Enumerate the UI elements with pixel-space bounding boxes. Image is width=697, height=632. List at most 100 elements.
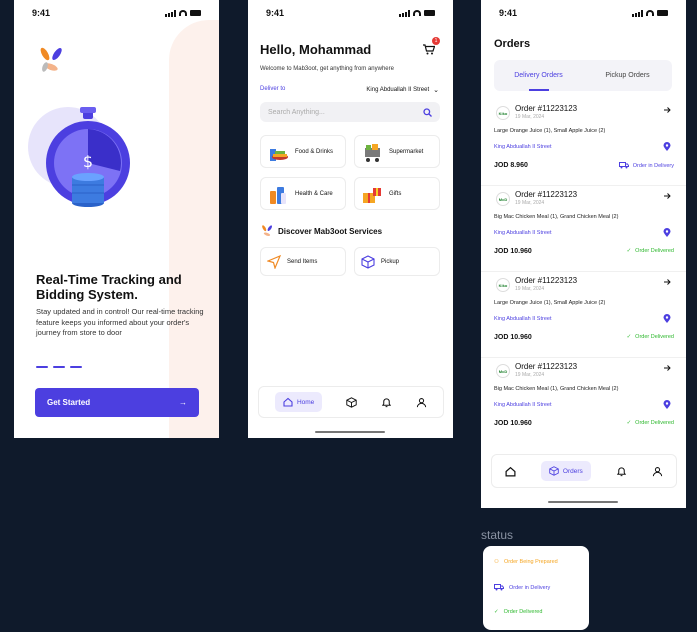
category-food-drinks[interactable]: Food & Drinks	[260, 135, 346, 168]
box-icon	[549, 466, 559, 476]
truck-icon	[494, 584, 504, 591]
order-items: Big Mac Chicken Meal (1), Grand Chicken …	[494, 386, 619, 392]
location-pin-icon	[663, 142, 671, 151]
check-icon: ✓	[626, 334, 632, 340]
order-price: JOD 10.960	[494, 420, 532, 427]
order-date: 19 Mar, 2024	[515, 114, 545, 120]
wifi-icon	[179, 10, 187, 16]
svg-text:$: $	[83, 152, 93, 171]
order-status-label: Order Delivered	[635, 420, 674, 426]
order-address: King Abduallah II Street	[494, 402, 552, 408]
search-placeholder: Search Anything...	[268, 108, 325, 116]
bell-icon[interactable]	[616, 466, 627, 477]
bottom-nav: Home	[258, 386, 444, 418]
status-preparing: ⚇ Order Being Prepared	[494, 559, 558, 565]
category-label: Gifts	[389, 190, 402, 197]
arrow-right-icon[interactable]	[663, 192, 671, 200]
deliver-to-selector[interactable]: King Abduallah II Street ⌄	[366, 86, 439, 94]
check-icon: ✓	[626, 420, 632, 426]
wifi-icon	[413, 10, 421, 16]
arrow-right-icon[interactable]	[663, 278, 671, 286]
wifi-icon	[646, 10, 654, 16]
order-status-label: Order Delivered	[635, 248, 674, 254]
gift-icon	[363, 187, 381, 203]
food-drinks-icon	[270, 148, 288, 161]
order-date: 19 Mar, 2024	[515, 200, 545, 206]
profile-icon[interactable]	[416, 397, 427, 408]
cart-icon[interactable]	[423, 44, 435, 55]
page-indicator	[36, 366, 82, 368]
search-bar[interactable]: Search Anything...	[260, 102, 440, 122]
location-pin-icon	[663, 228, 671, 237]
order-card[interactable]: Kiko Order #11223123 19 Mar, 2024 Large …	[481, 272, 686, 358]
service-send-items[interactable]: Send Items	[260, 247, 346, 276]
onboarding-title: Real-Time Tracking and Bidding System.	[36, 272, 182, 302]
home-screen: 9:41 Hello, Mohammad 1 Welcome to Mab3oo…	[248, 0, 453, 438]
preparing-icon: ⚇	[494, 559, 499, 565]
orders-screen: 9:41 Orders Delivery Orders Pickup Order…	[481, 0, 686, 508]
store-logo-icon: Kiko	[496, 278, 510, 292]
category-health-care[interactable]: Health & Care	[260, 177, 346, 210]
home-icon[interactable]	[505, 466, 516, 477]
nav-home[interactable]: Home	[274, 392, 323, 412]
bottom-nav: Orders	[491, 454, 677, 488]
status-icons	[399, 9, 435, 17]
tab-delivery-orders[interactable]: Delivery Orders	[494, 60, 583, 91]
order-card[interactable]: McD Order #11223123 19 Mar, 2024 Big Mac…	[494, 358, 674, 438]
status-section-label: status	[481, 528, 514, 542]
orders-tabs: Delivery Orders Pickup Orders	[494, 60, 672, 91]
order-card[interactable]: McD Order #11223123 19 Mar, 2024 Big Mac…	[481, 186, 686, 272]
nav-orders-box-icon[interactable]	[346, 396, 357, 408]
store-logo-icon: McD	[496, 364, 510, 378]
cart-badge: 1	[432, 37, 440, 45]
status-icons	[632, 9, 668, 17]
profile-icon[interactable]	[652, 466, 663, 477]
status-delivery-label: Order in Delivery	[509, 584, 551, 591]
onboarding-description: Stay updated and in control! Our real-ti…	[36, 307, 204, 337]
discover-heading: Discover Mab3oot Services	[260, 224, 382, 238]
status-legend-card: ⚇ Order Being Prepared Order in Delivery…	[483, 546, 589, 630]
order-status: ✓ Order Delivered	[627, 248, 674, 254]
tab-pickup-orders[interactable]: Pickup Orders	[583, 60, 672, 91]
status-time: 9:41	[32, 8, 51, 18]
category-label: Supermarket	[389, 148, 424, 155]
arrow-right-icon[interactable]	[663, 364, 671, 372]
category-supermarket[interactable]: Supermarket	[354, 135, 440, 168]
order-card[interactable]: Kiko Order #11223123 19 Mar, 2024 Large …	[481, 100, 686, 186]
service-label: Send Items	[287, 258, 318, 265]
greeting: Hello, Mohammad	[260, 42, 372, 57]
order-status-label: Order in Delivery	[632, 162, 674, 169]
battery-icon	[424, 10, 435, 16]
decorative-blob	[169, 20, 219, 438]
service-pickup[interactable]: Pickup	[354, 247, 440, 276]
status-bar: 9:41	[481, 0, 686, 26]
bell-icon[interactable]	[381, 397, 392, 408]
order-number: Order #11223123	[515, 362, 578, 371]
order-items: Large Orange Juice (1), Small Apple Juic…	[494, 300, 606, 306]
arrow-right-icon[interactable]	[663, 106, 671, 114]
stopwatch-coins-illustration: $	[28, 107, 130, 207]
category-gifts[interactable]: Gifts	[354, 177, 440, 210]
battery-icon	[190, 10, 201, 16]
status-time: 9:41	[499, 8, 518, 18]
nav-orders[interactable]: Orders	[540, 461, 591, 481]
deliver-to-label: Deliver to	[260, 86, 286, 92]
order-status: ✓ Order Delivered	[627, 420, 674, 426]
location-pin-icon	[663, 400, 671, 409]
store-logo-icon: McD	[496, 192, 510, 206]
order-price: JOD 10.960	[494, 334, 532, 341]
order-number: Order #11223123	[515, 276, 578, 285]
get-started-button[interactable]: Get Started →	[35, 388, 199, 417]
welcome-text: Welcome to Mab3oot, get anything from an…	[260, 66, 394, 72]
order-number: Order #11223123	[515, 104, 578, 113]
category-label: Food & Drinks	[295, 148, 334, 155]
home-indicator	[315, 431, 385, 433]
order-address: King Abduallah II Street	[494, 144, 552, 150]
deliver-to-value: King Abduallah II Street	[366, 87, 430, 93]
signal-icon	[632, 9, 643, 17]
nav-home-label: Home	[296, 398, 315, 406]
battery-icon	[657, 10, 668, 16]
search-icon	[423, 107, 432, 117]
status-bar: 9:41	[14, 0, 219, 26]
order-status-label: Order Delivered	[635, 334, 674, 340]
